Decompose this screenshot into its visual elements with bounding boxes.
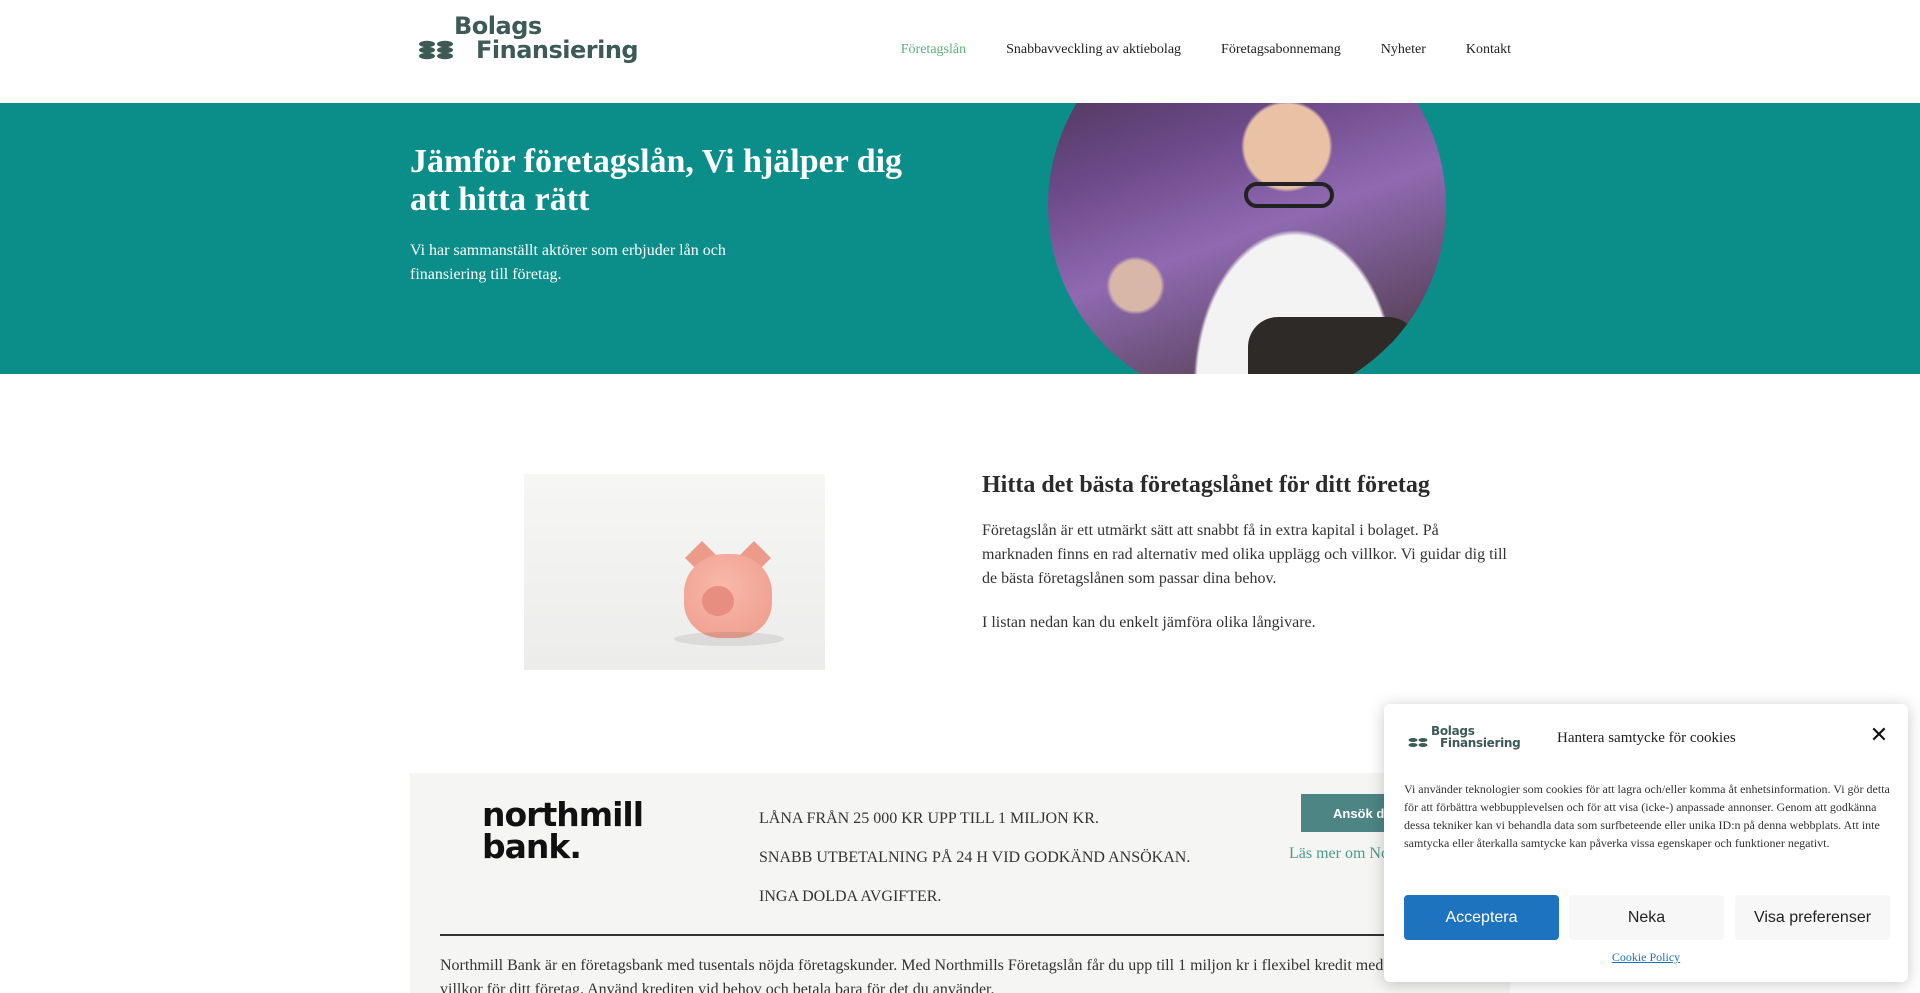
piggy-bank-image — [524, 474, 825, 670]
cookie-dialog-logo: Bolags Finansiering — [1408, 724, 1521, 752]
hero-subtitle: Vi har sammanställt aktörer som erbjuder… — [410, 242, 726, 283]
cookie-logo-text-finansiering: Finansiering — [1440, 736, 1521, 750]
piggy-snout — [702, 586, 734, 616]
piggy-shadow — [674, 632, 784, 646]
cookie-dialog-title: Hantera samtycke för cookies — [1557, 730, 1736, 746]
accept-cookies-button[interactable]: Acceptera — [1404, 895, 1559, 940]
lender-features: LÅNA FRÅN 25 000 KR UPP TILL 1 MILJON KR… — [759, 807, 1190, 924]
intro-section: Hitta det bästa företagslånet för ditt f… — [982, 472, 1512, 655]
hero-title: Jämför företagslån, Vi hjälper dig att h… — [410, 143, 903, 218]
northmill-logo[interactable]: northmill bank. — [482, 798, 644, 866]
nav-item-foretagslan[interactable]: Företagslån — [901, 42, 966, 58]
lender-feature: INGA DOLDA AVGIFTER. — [759, 888, 942, 905]
lender-feature: SNABB UTBETALNING PÅ 24 H VID GODKÄND AN… — [759, 849, 1191, 866]
site-header: Bolags Finansiering Företagslån Snabbavv… — [0, 0, 1920, 103]
lender-feature: LÅNA FRÅN 25 000 KR UPP TILL 1 MILJON KR… — [759, 810, 1099, 827]
close-icon[interactable]: ✕ — [1868, 725, 1890, 748]
deny-cookies-button[interactable]: Neka — [1569, 895, 1724, 940]
intro-paragraph-1: Företagslån är ett utmärkt sätt att snab… — [982, 522, 1507, 587]
card-divider — [440, 934, 1510, 936]
view-preferences-button[interactable]: Visa preferenser — [1735, 895, 1890, 940]
cookie-policy-link[interactable]: Cookie Policy — [1384, 950, 1908, 965]
nav-item-snabbavveckling[interactable]: Snabbavveckling av aktiebolag — [1006, 42, 1181, 58]
coins-icon — [1408, 738, 1428, 747]
hero-photo-apron — [1248, 317, 1418, 374]
nav-item-kontakt[interactable]: Kontakt — [1466, 42, 1511, 58]
lender-card-northmill: northmill bank. LÅNA FRÅN 25 000 KR UPP … — [410, 773, 1510, 993]
nav-item-foretagsabonnemang[interactable]: Företagsabonnemang — [1221, 42, 1341, 58]
cookie-consent-dialog: Bolags Finansiering Hantera samtycke för… — [1384, 704, 1908, 982]
logo-text-finansiering: Finansiering — [476, 36, 639, 64]
hero-photo — [1048, 103, 1446, 374]
intro-heading: Hitta det bästa företagslånet för ditt f… — [982, 472, 1430, 498]
main-nav: Företagslån Snabbavveckling av aktiebola… — [901, 42, 1511, 58]
coins-icon — [419, 40, 453, 60]
northmill-logo-line2: bank. — [482, 827, 582, 866]
hero-section: Jämför företagslån, Vi hjälper dig att h… — [0, 103, 1920, 374]
cookie-dialog-text: Vi använder teknologier som cookies för … — [1404, 782, 1890, 850]
intro-paragraph-2: I listan nedan kan du enkelt jämföra oli… — [982, 614, 1316, 631]
lender-description: Northmill Bank är en företagsbank med tu… — [440, 957, 1458, 993]
hero-photo-glasses — [1244, 182, 1334, 208]
site-logo[interactable]: Bolags Finansiering — [418, 12, 639, 66]
nav-item-nyheter[interactable]: Nyheter — [1381, 42, 1426, 58]
